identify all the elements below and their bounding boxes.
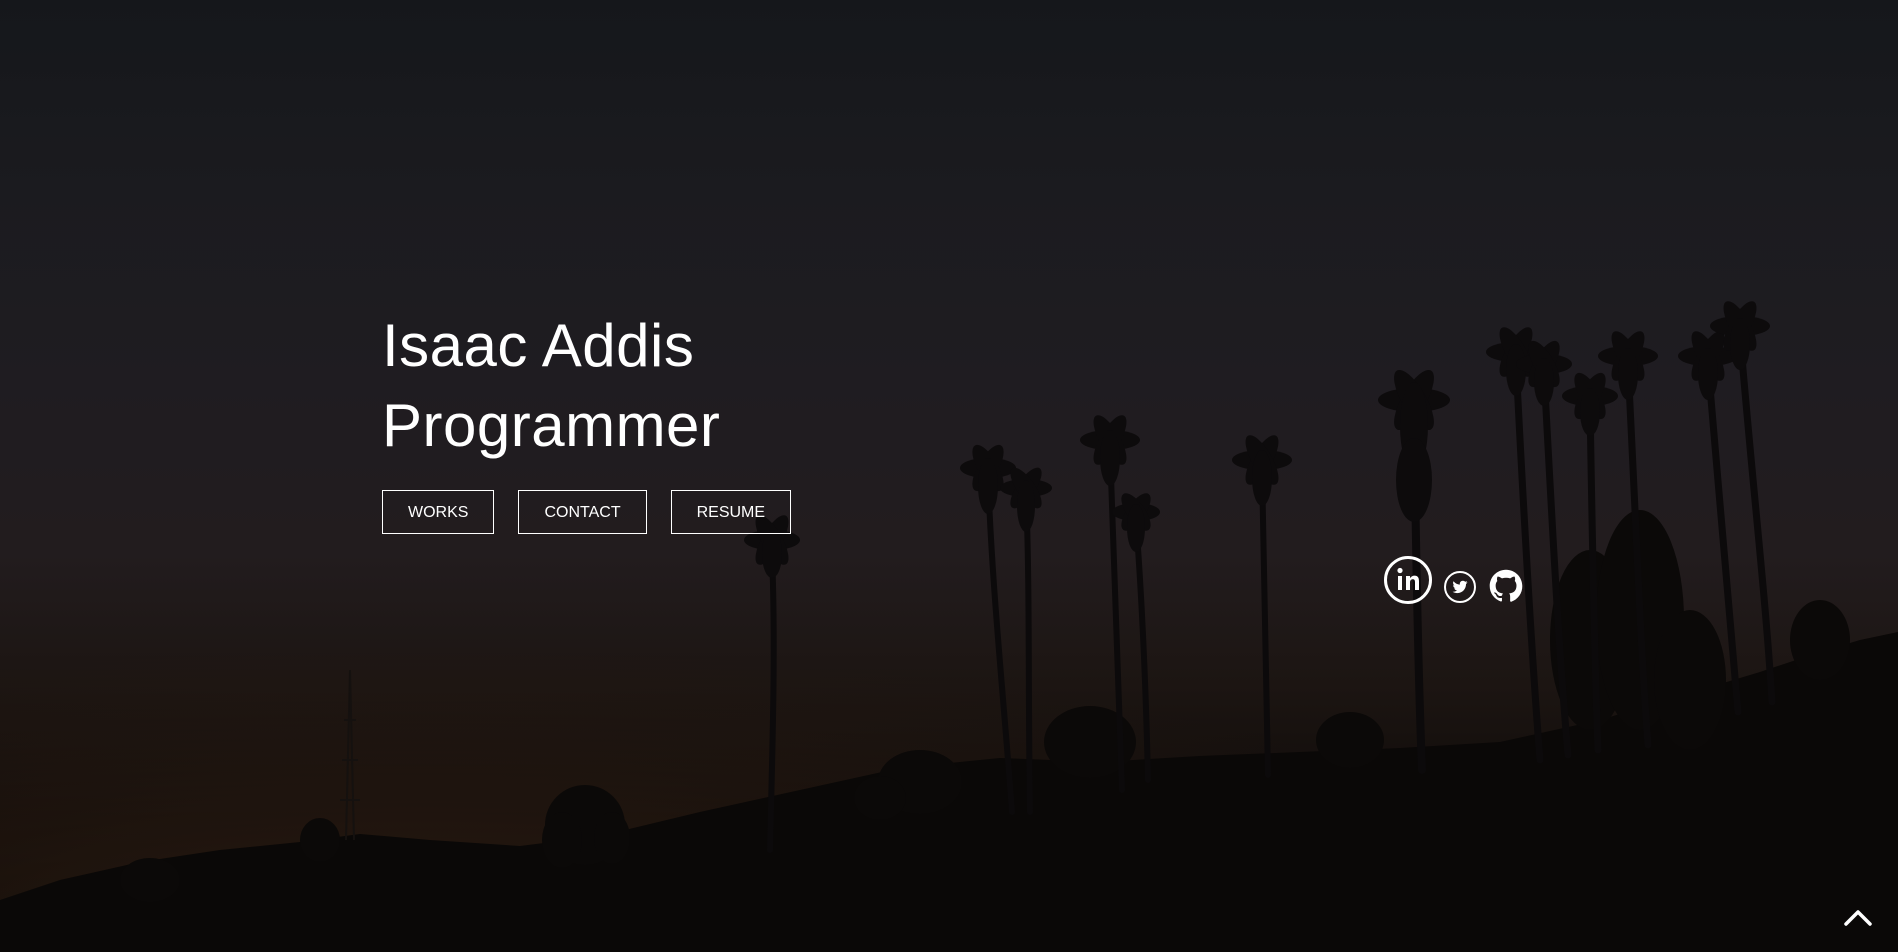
works-button[interactable]: WORKS: [382, 490, 495, 534]
hero-button-row: WORKS CONTACT RESUME: [382, 490, 792, 534]
palm-tree-silhouette-background: [0, 301, 1898, 952]
hero-section: Isaac Addis Programmer WORKS CONTACT RES…: [0, 0, 1898, 952]
contact-button[interactable]: CONTACT: [518, 490, 647, 534]
hero-name: Isaac Addis: [382, 312, 695, 379]
linkedin-icon[interactable]: [1383, 555, 1433, 605]
social-links: [1383, 555, 1523, 605]
hero-role: Programmer: [382, 392, 721, 459]
chevron-up-icon[interactable]: [1838, 902, 1878, 932]
resume-button[interactable]: RESUME: [670, 490, 792, 534]
github-icon[interactable]: [1489, 569, 1523, 603]
twitter-icon[interactable]: [1443, 570, 1477, 604]
